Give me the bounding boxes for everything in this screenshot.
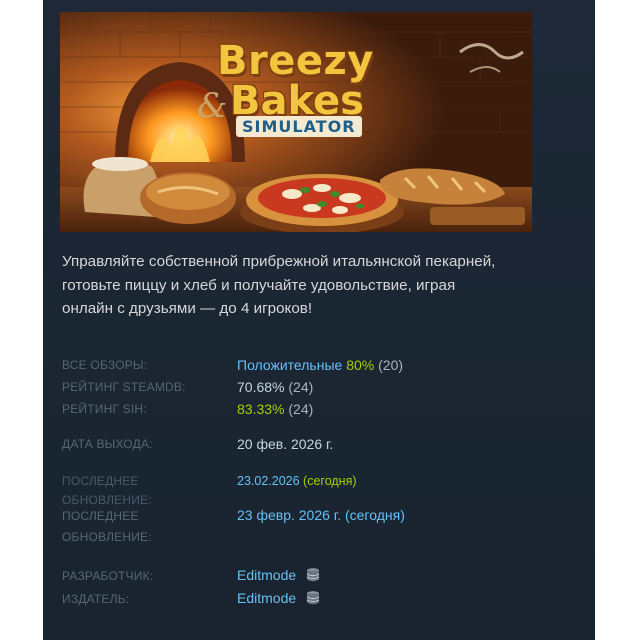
- publisher-link[interactable]: Editmode: [237, 590, 296, 606]
- review-summary[interactable]: Положительные: [237, 357, 342, 373]
- steamdb-count: (24): [288, 379, 314, 395]
- steamdb-rating-label: РЕЙТИНГ STEAMDB:: [62, 380, 186, 394]
- last-update-label-extension: ПОСЛЕДНЕЕ ОБНОВЛЕНИЕ:: [62, 474, 152, 507]
- sih-percent: 83.33%: [237, 401, 285, 417]
- last-update-today-note: (сегодня): [303, 474, 357, 488]
- release-date-label: ДАТА ВЫХОДА:: [62, 437, 153, 451]
- logo-ampersand: &: [197, 86, 228, 126]
- last-update-label: ПОСЛЕДНЕЕ ОБНОВЛЕНИЕ:: [62, 509, 152, 544]
- database-stack-icon[interactable]: [305, 567, 321, 583]
- review-count: (20): [378, 357, 404, 373]
- game-header-image[interactable]: Breezy & Bakes SIMULATOR: [60, 12, 532, 232]
- last-update-date: 23.02.2026: [237, 474, 300, 488]
- publisher-value[interactable]: Editmode: [237, 589, 321, 608]
- sih-rating-label: РЕЙТИНГ SIH:: [62, 402, 147, 416]
- game-logo: Breezy & Bakes SIMULATOR: [60, 12, 532, 232]
- database-stack-icon[interactable]: [305, 590, 321, 606]
- developer-value[interactable]: Editmode: [237, 566, 321, 585]
- developer-label: РАЗРАБОТЧИК:: [62, 569, 154, 583]
- sih-rating-value: 83.33% (24): [237, 400, 313, 419]
- sih-count: (24): [288, 401, 314, 417]
- release-date-value: 20 фев. 2026 г.: [237, 436, 334, 452]
- last-update-value: 23 февр. 2026 г. (сегодня): [237, 507, 405, 523]
- game-description: Управляйте собственной прибрежной италья…: [62, 253, 496, 317]
- publisher-label: ИЗДАТЕЛЬ:: [62, 592, 130, 606]
- steamdb-percent: 70.68%: [237, 379, 285, 395]
- developer-link[interactable]: Editmode: [237, 567, 296, 583]
- all-reviews-value[interactable]: Положительные 80% (20): [237, 356, 403, 375]
- all-reviews-label: ВСЕ ОБЗОРЫ:: [62, 358, 148, 372]
- review-percent: 80%: [346, 357, 375, 373]
- steamdb-rating-value: 70.68% (24): [237, 378, 313, 397]
- logo-subtitle: SIMULATOR: [236, 116, 362, 137]
- last-update-extension-value: 23.02.2026 (сегодня): [237, 472, 357, 491]
